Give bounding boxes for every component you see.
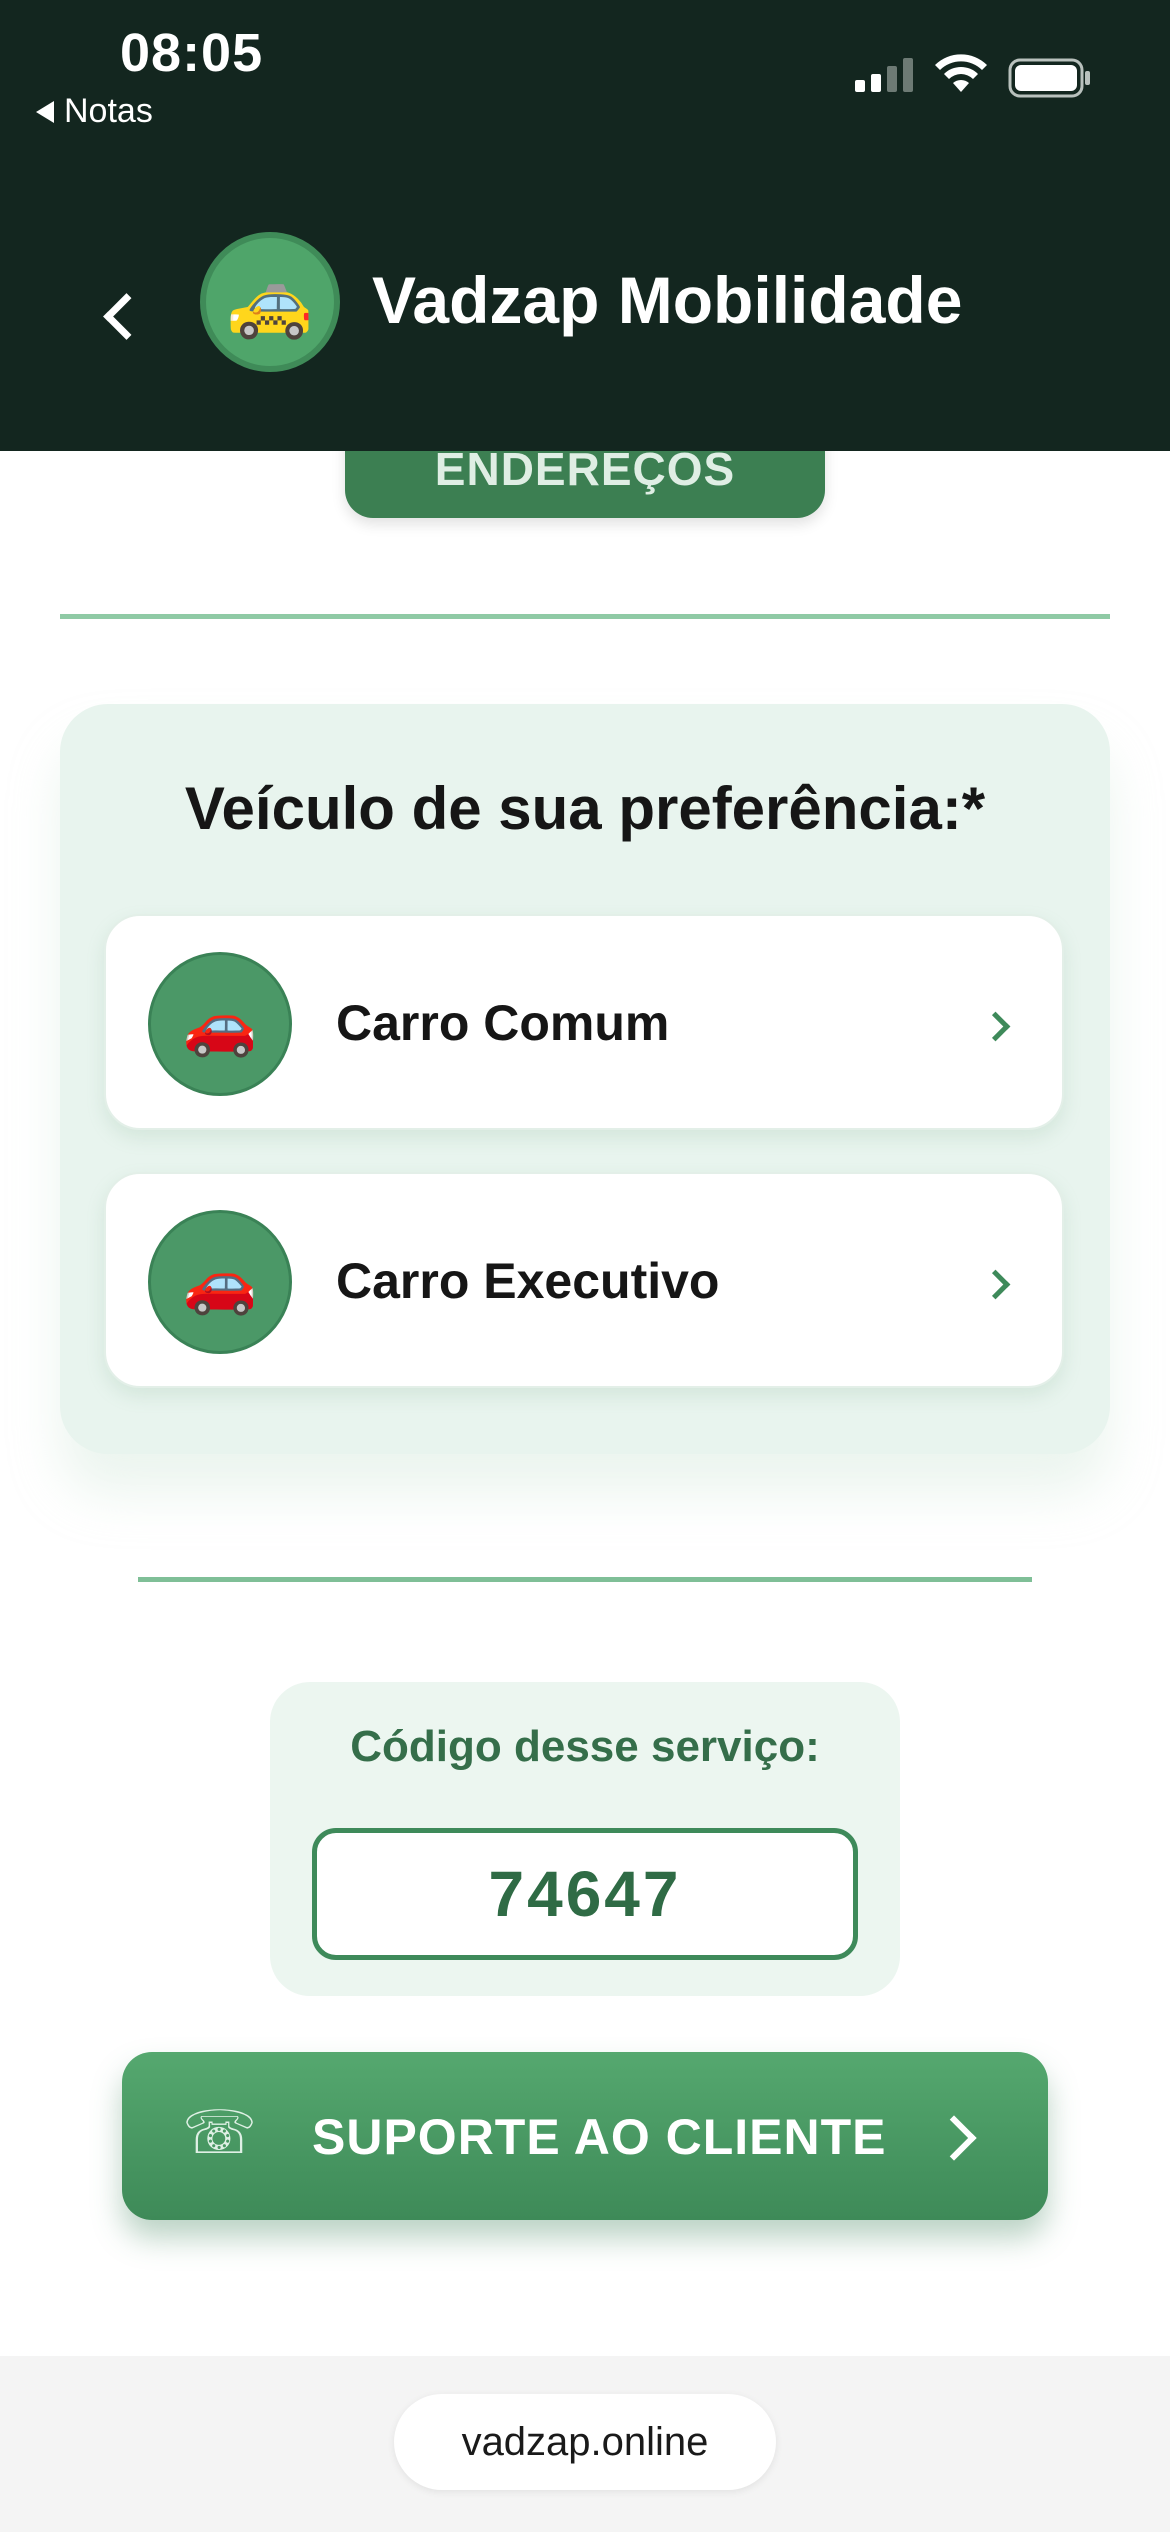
vehicle-option-label: Carro Comum — [336, 995, 670, 1051]
back-triangle-icon — [36, 100, 54, 123]
section-divider — [138, 1577, 1032, 1582]
app-header: 08:05 Notas 🚕 Vadzap Mobilidade — [0, 0, 1170, 451]
customer-support-button[interactable]: ☏ SUPORTE AO CLIENTE — [122, 2052, 1048, 2220]
car-icon: 🚗 — [148, 1210, 292, 1354]
service-code-label: Código desse serviço: — [350, 1722, 820, 1771]
chevron-right-icon — [980, 1011, 1011, 1042]
vehicle-preference-title: Veículo de sua preferência:* — [184, 775, 986, 842]
vehicle-preference-card: Veículo de sua preferência:* 🚗 Carro Com… — [60, 704, 1110, 1454]
chevron-right-icon — [931, 2115, 977, 2161]
car-icon: 🚗 — [148, 952, 292, 1096]
chevron-right-icon — [980, 1269, 1011, 1300]
status-time: 08:05 — [120, 23, 264, 83]
section-divider — [60, 614, 1110, 619]
phone-icon: ☏ — [182, 2099, 258, 2166]
service-code-value: 74647 — [312, 1828, 858, 1960]
url-bar[interactable]: vadzap.online — [394, 2394, 776, 2490]
service-code-card: Código desse serviço: 74647 — [270, 1682, 900, 1996]
vehicle-option-carro-comum[interactable]: 🚗 Carro Comum — [104, 914, 1064, 1130]
status-back-link[interactable]: Notas — [36, 92, 153, 131]
taxi-logo-icon: 🚕 — [200, 232, 340, 372]
vehicle-option-carro-executivo[interactable]: 🚗 Carro Executivo — [104, 1172, 1064, 1388]
battery-icon — [1008, 58, 1090, 98]
app-title: Vadzap Mobilidade — [372, 263, 963, 337]
back-chevron-icon[interactable] — [103, 293, 150, 340]
cellular-signal-icon — [855, 58, 913, 92]
vehicle-option-label: Carro Executivo — [336, 1253, 720, 1309]
status-back-label: Notas — [64, 92, 153, 130]
wifi-icon — [935, 54, 987, 92]
customer-support-label: SUPORTE AO CLIENTE — [312, 2109, 887, 2165]
browser-footer: vadzap.online — [0, 2356, 1170, 2532]
